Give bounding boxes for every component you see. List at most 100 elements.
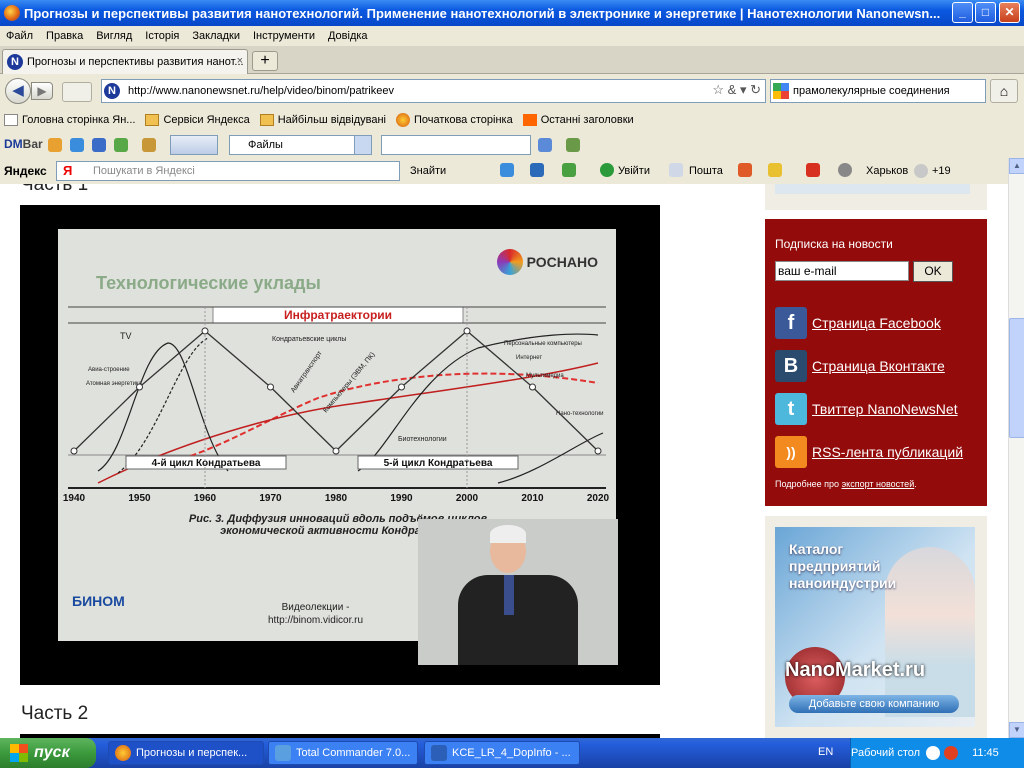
tab-title: Прогнозы и перспективы развития нанот... <box>27 56 244 68</box>
search-icon[interactable] <box>538 138 552 152</box>
scroll-thumb[interactable] <box>1009 318 1024 438</box>
twitter-icon[interactable]: t <box>775 393 807 425</box>
close-button[interactable]: ✕ <box>999 2 1020 23</box>
tab-close-icon[interactable]: × <box>237 55 243 67</box>
files-select[interactable]: Файлы <box>229 135 372 155</box>
rss-link[interactable]: )) RSS-лента публикаций <box>775 436 963 468</box>
menu-bookmarks[interactable]: Закладки <box>192 30 240 42</box>
video-player[interactable]: РОСНАНО Технологические уклады Инфратрае… <box>20 205 660 685</box>
mail-icon[interactable] <box>669 163 683 177</box>
kondratiev-point <box>529 383 536 391</box>
language-indicator[interactable]: EN <box>818 746 833 758</box>
yandex-toolbar: Яндекс Я Пошукати в Яндексі Знайти Увійти… <box>0 158 1024 184</box>
x-tick-label: 1990 <box>390 493 413 504</box>
rss-link-label[interactable]: RSS-лента публикаций <box>812 444 963 460</box>
site-identity-icon[interactable]: N <box>104 83 120 99</box>
minimize-button[interactable]: _ <box>952 2 973 23</box>
bookmark-yandex-home[interactable]: Головна сторінка Ян... <box>4 114 135 126</box>
twitter-link-label[interactable]: Твиттер NanoNewsNet <box>812 401 958 417</box>
tray-app-icon[interactable] <box>944 746 959 760</box>
globe-icon[interactable] <box>114 138 128 152</box>
kondratiev-point <box>136 383 143 391</box>
rss-icon[interactable]: )) <box>775 436 807 468</box>
export-news-link[interactable]: экспорт новостей <box>842 479 915 489</box>
menu-edit[interactable]: Правка <box>46 30 83 42</box>
plus-icon[interactable] <box>70 138 84 152</box>
tab-active[interactable]: N Прогнозы и перспективы развития нанот.… <box>2 49 248 74</box>
task-label: Total Commander 7.0... <box>296 747 411 759</box>
scroll-down-arrow[interactable]: ▼ <box>1009 722 1024 738</box>
yandex-find-button[interactable]: Знайти <box>410 165 446 177</box>
dmbar-search-input[interactable] <box>381 135 531 155</box>
task-firefox[interactable]: Прогнозы и перспек... <box>108 741 264 765</box>
new-tab-button[interactable]: + <box>252 51 278 71</box>
rosnano-logo: РОСНАНО <box>496 249 598 275</box>
chat-icon[interactable] <box>48 138 62 152</box>
subscribe-ok-button[interactable]: OK <box>913 261 953 282</box>
home-button[interactable]: ⌂ <box>990 79 1018 103</box>
back-button[interactable]: ◀ <box>5 78 31 104</box>
google-icon[interactable] <box>773 83 789 99</box>
share-icon[interactable] <box>562 163 576 177</box>
facebook-icon[interactable]: f <box>775 307 807 339</box>
expand-tray-icon[interactable] <box>926 746 941 760</box>
nanomarket-ad[interactable]: Каталог предприятий наноиндустрии NanoMark… <box>775 527 975 727</box>
gear-icon[interactable] <box>838 163 852 177</box>
page-scrollbar[interactable]: ▲ ▼ <box>1008 158 1024 738</box>
yandex-mail[interactable]: Пошта <box>689 165 723 177</box>
puzzle-icon[interactable] <box>566 138 580 152</box>
vkontakte-link[interactable]: B Страница Вконтакте <box>775 350 945 382</box>
vkontakte-link-label[interactable]: Страница Вконтакте <box>812 358 945 374</box>
yandex-login[interactable]: Увійти <box>618 165 650 177</box>
vkontakte-icon[interactable]: B <box>775 350 807 382</box>
forward-button[interactable]: ▶ <box>31 82 53 100</box>
window-title: Прогнозы и перспективы развития нанотехн… <box>24 5 941 21</box>
add-company-button[interactable]: Добавьте свою компанию <box>789 695 959 713</box>
export-note-text: Подробнее про <box>775 479 842 489</box>
url-bar[interactable]: N http://www.nanonewsnet.ru/help/video/b… <box>101 79 766 103</box>
maximize-button[interactable]: □ <box>975 2 996 23</box>
dmbar-logo[interactable]: DMBar <box>4 137 43 151</box>
facebook-link[interactable]: f Страница Facebook <box>775 307 941 339</box>
scroll-up-arrow[interactable]: ▲ <box>1009 158 1024 174</box>
search-input[interactable]: прамолекулярные соединения <box>770 79 986 103</box>
url-actions-icon[interactable]: ☆ & ▾ ↻ <box>712 82 761 98</box>
menu-history[interactable]: Історія <box>145 30 179 42</box>
tools-icon[interactable] <box>142 138 156 152</box>
bookmark-most-visited[interactable]: Найбільш відвідувані <box>259 114 386 126</box>
ad-title-line-3: наноиндустрии <box>789 575 897 591</box>
desktop-label[interactable]: Рабочий стол <box>851 747 920 759</box>
twitter-link[interactable]: t Твиттер NanoNewsNet <box>775 393 958 425</box>
menu-tools[interactable]: Інструменти <box>253 30 315 42</box>
yandex-search-input[interactable]: Я Пошукати в Яндексі <box>56 161 400 181</box>
email-field[interactable]: ваш e-mail <box>775 261 909 281</box>
system-tray: Рабочий стол 11:45 <box>850 738 1024 768</box>
start-button[interactable]: пуск <box>0 738 96 768</box>
windows-logo-icon <box>10 744 28 762</box>
menu-help[interactable]: Довідка <box>328 30 368 42</box>
menu-file[interactable]: Файл <box>6 30 33 42</box>
yandex-logo[interactable]: Яндекс <box>4 164 47 178</box>
weather-city[interactable]: Харьков <box>866 165 908 177</box>
task-total-commander[interactable]: Total Commander 7.0... <box>268 741 418 765</box>
login-icon[interactable] <box>600 163 614 177</box>
translate-icon[interactable] <box>530 163 544 177</box>
star-icon[interactable] <box>768 163 782 177</box>
apps-icon[interactable] <box>806 163 820 177</box>
weather-temp[interactable]: +19 <box>932 165 951 177</box>
dmbar-action-button[interactable] <box>170 135 218 155</box>
bars-icon[interactable] <box>738 163 752 177</box>
facebook-link-label[interactable]: Страница Facebook <box>812 315 941 331</box>
windows-icon[interactable] <box>92 138 106 152</box>
bookmark-latest-headlines[interactable]: Останні заголовки <box>522 114 634 126</box>
spellcheck-icon[interactable] <box>500 163 514 177</box>
speaker-tie <box>504 575 514 615</box>
bars-icon[interactable] <box>62 82 92 102</box>
aviation-curve <box>117 337 209 474</box>
bookmark-start-page[interactable]: Початкова сторінка <box>395 113 513 127</box>
bookmark-yandex-services[interactable]: Сервіси Яндекса <box>145 114 250 126</box>
kondratiev-point <box>332 447 340 455</box>
menu-view[interactable]: Вигляд <box>96 30 132 42</box>
task-word[interactable]: KCE_LR_4_DopInfo - ... <box>424 741 580 765</box>
subscribe-title: Подписка на новости <box>775 237 893 251</box>
